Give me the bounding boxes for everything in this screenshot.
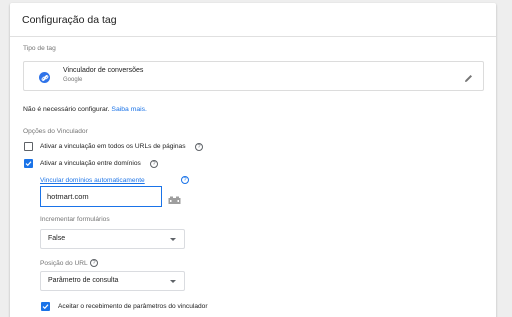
help-icon[interactable]: ?	[90, 259, 98, 267]
no-config-text: Não é necessário configurar.	[23, 106, 112, 113]
tag-type-vendor: Google	[63, 77, 83, 83]
decorate-forms-select[interactable]: False	[40, 229, 185, 249]
no-config-info: Não é necessário configurar. Saiba mais.	[23, 106, 147, 113]
tag-type-selector[interactable]: Vinculador de conversões Google	[23, 61, 484, 91]
checkmark-icon	[42, 304, 49, 310]
url-position-label: Posição do URL	[40, 260, 88, 267]
card-title: Configuração da tag	[22, 14, 117, 26]
all-urls-checkbox[interactable]	[24, 142, 33, 151]
url-position-select[interactable]: Parâmetro de consulta	[40, 271, 185, 291]
dropdown-caret-icon	[170, 238, 176, 241]
linker-options-label: Opções do Vinculador	[23, 128, 88, 135]
conversion-linker-icon	[39, 72, 50, 83]
help-icon[interactable]: ?	[150, 160, 158, 168]
help-icon[interactable]: ?	[195, 143, 203, 151]
auto-link-domains-label: Vincular domínios automaticamente	[40, 177, 145, 184]
decorate-forms-label: Incrementar formulários	[40, 216, 110, 223]
decorate-forms-value: False	[48, 235, 66, 242]
edit-pencil-icon[interactable]	[463, 71, 474, 82]
checkmark-icon	[25, 161, 32, 167]
variable-picker-icon[interactable]	[168, 192, 181, 204]
cross-domain-checkbox[interactable]	[24, 159, 33, 168]
learn-more-link[interactable]: Saiba mais.	[111, 106, 147, 113]
tag-type-label: Tipo de tag	[23, 45, 56, 52]
tag-type-name: Vinculador de conversões	[63, 67, 144, 74]
title-divider	[10, 36, 496, 37]
url-position-value: Parâmetro de consulta	[48, 277, 119, 284]
all-urls-label: Ativar a vinculação em todos os URLs de …	[40, 143, 186, 150]
accept-incoming-label: Aceitar o recebimento de parâmetros do v…	[58, 303, 208, 310]
auto-link-domains-input[interactable]: hotmart.com	[40, 186, 162, 207]
tag-configuration-card: Configuração da tag Tipo de tag Vinculad…	[10, 3, 496, 317]
help-icon[interactable]: ?	[181, 176, 189, 184]
accept-incoming-checkbox[interactable]	[41, 302, 50, 311]
cross-domain-label: Ativar a vinculação entre domínios	[40, 160, 141, 167]
dropdown-caret-icon	[170, 280, 176, 283]
